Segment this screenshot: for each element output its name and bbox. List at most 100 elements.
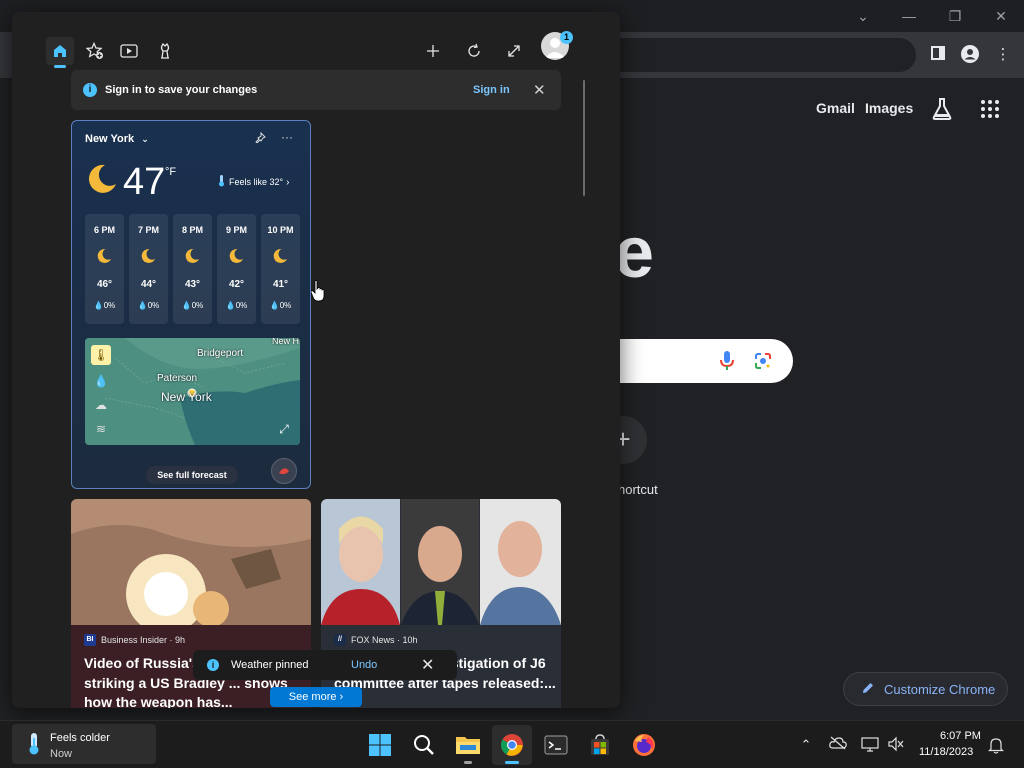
copilot-icon[interactable] xyxy=(271,458,297,484)
firefox-icon[interactable] xyxy=(624,725,664,765)
hour-time: 7 PM xyxy=(137,225,159,235)
see-full-forecast-button[interactable]: See full forecast xyxy=(146,466,238,484)
undo-button[interactable]: Undo xyxy=(351,659,377,671)
hour-precip: 💧0% xyxy=(137,301,160,310)
news-source-label: Business Insider · 9h xyxy=(101,635,186,645)
active-indicator xyxy=(505,761,519,764)
moon-icon xyxy=(229,248,243,263)
expand-map-icon[interactable]: ⤢ xyxy=(274,419,294,439)
customize-chrome-label: Customize Chrome xyxy=(884,681,996,697)
refresh-icon[interactable] xyxy=(460,37,488,65)
widgets-panel: 1 i Sign in to save your changes Sign in… xyxy=(12,12,620,708)
chrome-menu-icon[interactable]: ⋮ xyxy=(993,45,1013,65)
weather-location-label: New York xyxy=(85,133,135,145)
file-explorer-icon[interactable] xyxy=(448,725,488,765)
pencil-icon xyxy=(862,682,874,697)
news-source: BI Business Insider · 9h xyxy=(84,634,185,646)
show-hidden-icons-chevron-icon[interactable]: ⌃ xyxy=(797,736,815,754)
hourly-forecast-10pm: 10 PM 41° 💧0% xyxy=(261,214,300,324)
tab-search-chevron-icon[interactable]: ⌄ xyxy=(840,4,886,28)
see-more-button[interactable]: See more › xyxy=(270,687,362,707)
search-icon[interactable] xyxy=(404,725,444,765)
address-bar[interactable] xyxy=(600,38,916,72)
toast-message: Weather pinned xyxy=(231,659,309,671)
close-window-button[interactable]: ✕ xyxy=(978,4,1024,28)
hour-temp: 44° xyxy=(140,279,157,290)
more-options-icon[interactable]: ··· xyxy=(281,130,293,144)
pin-icon[interactable] xyxy=(255,131,266,146)
hourly-forecast-8pm: 8 PM 43° 💧0% xyxy=(173,214,212,324)
add-shortcut-label: hortcut xyxy=(618,482,658,497)
temperature-unit: °F xyxy=(165,166,177,178)
map-label-bridgeport: Bridgeport xyxy=(197,348,244,359)
running-indicator xyxy=(464,761,472,764)
close-icon[interactable]: ✕ xyxy=(421,655,434,675)
lens-search-icon[interactable] xyxy=(754,352,772,375)
signin-message: Sign in to save your changes xyxy=(105,84,258,96)
clock-time[interactable]: 6:07 PM xyxy=(940,730,981,742)
feels-like[interactable]: Feels like 32° › xyxy=(217,175,289,189)
home-icon[interactable] xyxy=(46,37,74,65)
wind-icon[interactable]: ≋ xyxy=(91,419,111,439)
gmail-link[interactable]: Gmail xyxy=(816,100,855,116)
images-link[interactable]: Images xyxy=(865,100,913,116)
precipitation-drop-icon[interactable]: 💧 xyxy=(91,371,111,391)
weather-map[interactable]: 🌡 💧 ☁ ≋ Bridgeport Paterson New York New… xyxy=(85,338,300,445)
hour-precip: 💧0% xyxy=(181,301,204,310)
chrome-icon[interactable] xyxy=(492,725,532,765)
volume-muted-icon[interactable] xyxy=(887,736,905,754)
business-insider-logo: BI xyxy=(84,634,96,646)
moon-icon xyxy=(141,248,155,263)
hour-precip: 💧0% xyxy=(225,301,248,310)
feels-like-label: Feels like 32° xyxy=(229,177,284,187)
start-button[interactable] xyxy=(360,725,400,765)
hour-time: 8 PM xyxy=(181,225,203,235)
thermometer-icon[interactable]: 🌡 xyxy=(91,345,111,365)
weather-card[interactable]: New York ⌄ ··· 47 °F Feels like 32° › 6 … xyxy=(71,120,311,489)
clock-date[interactable]: 11/18/2023 xyxy=(919,746,973,758)
weather-pinned-toast: i Weather pinned Undo ✕ xyxy=(193,650,457,680)
expand-icon[interactable] xyxy=(500,37,528,65)
home-tab-indicator xyxy=(54,65,66,68)
google-apps-icon[interactable] xyxy=(980,99,1000,119)
favorites-add-icon[interactable] xyxy=(81,37,109,65)
signin-link[interactable]: Sign in xyxy=(473,84,510,96)
taskbar-weather-widget[interactable]: Feels colder Now xyxy=(12,724,156,764)
microsoft-store-icon[interactable] xyxy=(580,725,620,765)
news-image xyxy=(321,499,561,625)
voice-search-icon[interactable] xyxy=(720,351,734,376)
customize-chrome-button[interactable]: Customize Chrome xyxy=(843,672,1008,706)
add-widget-icon[interactable] xyxy=(419,37,447,65)
minimize-button[interactable]: — xyxy=(886,4,932,28)
games-chess-icon[interactable] xyxy=(151,37,179,65)
labs-flask-icon[interactable] xyxy=(931,97,953,121)
side-panel-icon[interactable] xyxy=(928,45,948,65)
hand-cursor-icon xyxy=(311,280,325,302)
news-source-label: FOX News · 10h xyxy=(351,635,418,645)
hour-time: 10 PM xyxy=(267,225,294,235)
restore-button[interactable]: ❐ xyxy=(932,4,978,28)
cloud-icon[interactable]: ☁ xyxy=(91,395,111,415)
info-icon: i xyxy=(83,83,97,97)
thermometer-icon xyxy=(29,733,39,755)
weather-location[interactable]: New York ⌄ xyxy=(85,133,149,145)
current-temperature: 47 xyxy=(123,161,166,203)
hour-precip: 💧0% xyxy=(269,301,292,310)
panel-scrollbar[interactable] xyxy=(583,80,585,196)
hourly-forecast-7pm: 7 PM 44° 💧0% xyxy=(129,214,168,324)
terminal-icon[interactable] xyxy=(536,725,576,765)
chevron-down-icon: ⌄ xyxy=(141,134,149,144)
hour-temp: 46° xyxy=(96,279,113,290)
onedrive-offline-icon[interactable] xyxy=(829,736,847,754)
fox-news-logo: // xyxy=(334,634,346,646)
news-image xyxy=(71,499,311,625)
close-icon[interactable]: ✕ xyxy=(533,81,546,99)
map-label-paterson: Paterson xyxy=(157,373,198,384)
profile-icon[interactable] xyxy=(960,45,980,65)
notification-bell-icon[interactable] xyxy=(987,736,1005,754)
hour-precip: 💧0% xyxy=(93,301,116,310)
hourly-forecast-6pm: 6 PM 46° 💧0% xyxy=(85,214,124,324)
hour-temp: 43° xyxy=(184,279,201,290)
video-icon[interactable] xyxy=(115,37,143,65)
network-icon[interactable] xyxy=(861,736,879,754)
